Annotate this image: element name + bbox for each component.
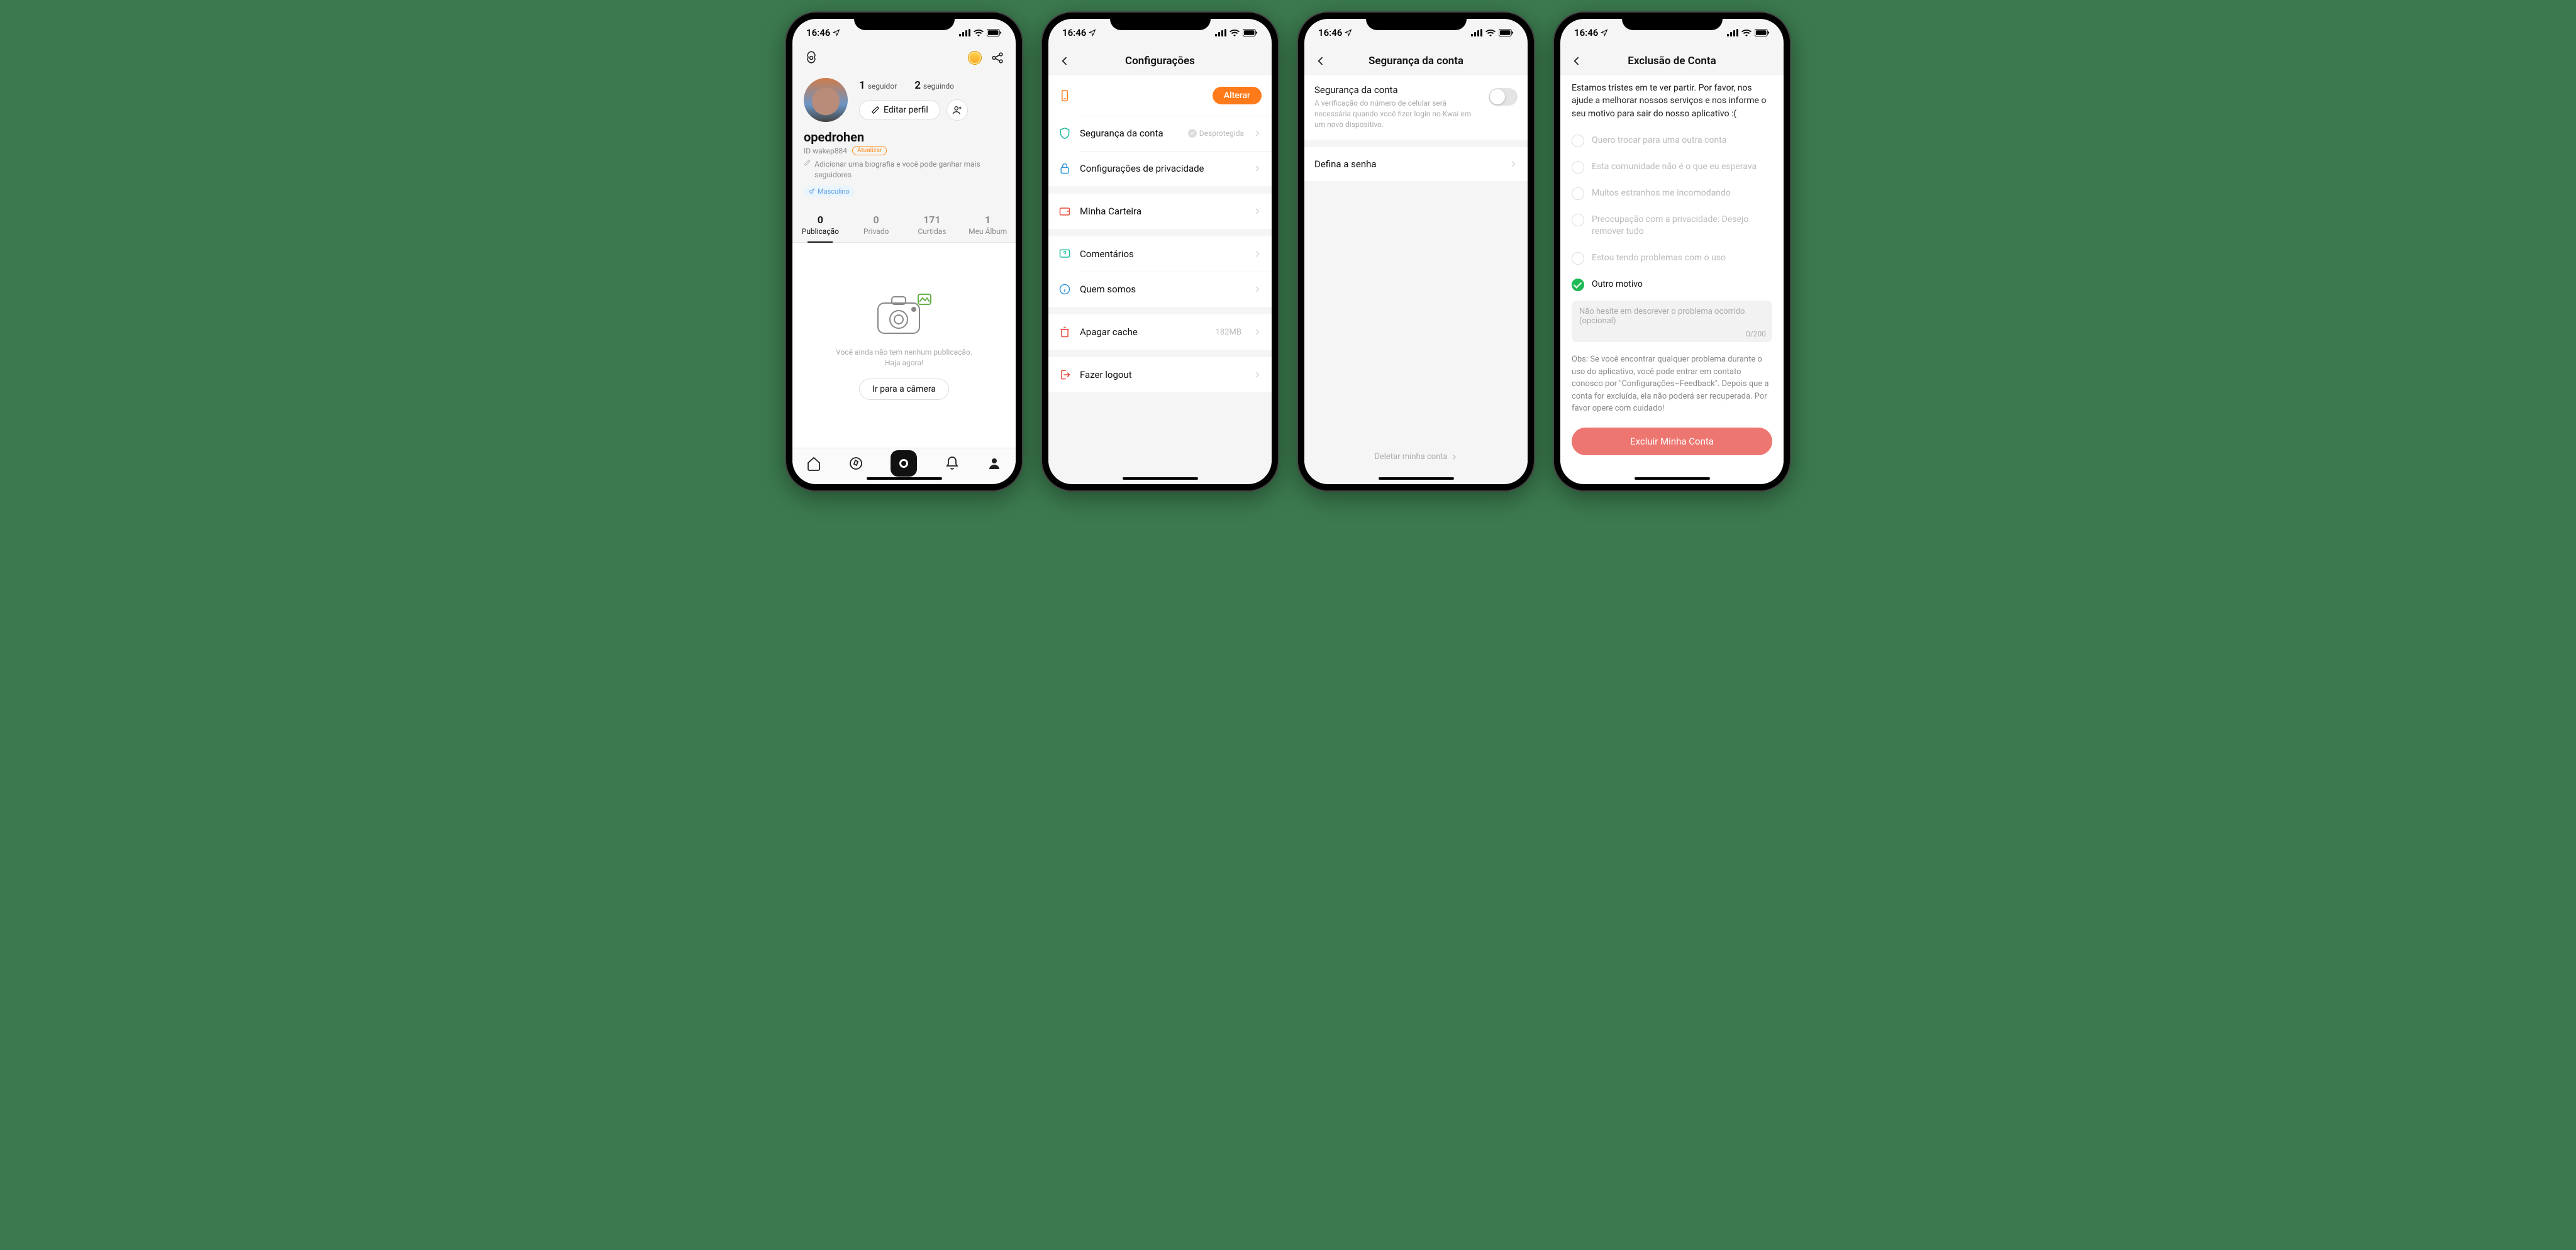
phone-icon [1058,89,1071,102]
profile-icon[interactable] [987,456,1002,471]
wifi-icon [974,29,984,36]
battery-icon [1755,29,1770,36]
home-indicator [1635,477,1710,480]
delete-account-button[interactable]: Excluir Minha Conta [1572,428,1772,455]
wifi-icon [1741,29,1752,36]
trash-icon [1058,326,1071,338]
location-arrow-icon [833,29,840,36]
username: opedrohen [804,130,1004,145]
delete-account-link[interactable]: Deletar minha conta [1304,443,1528,470]
reason-option[interactable]: Estou tendo problemas com o uso [1560,245,1784,272]
share-icon[interactable] [991,51,1004,65]
battery-icon [1243,29,1258,36]
security-status: Desprotegida [1188,129,1244,138]
page-title: Exclusão de Conta [1628,55,1716,67]
reason-option[interactable]: Preocupação com a privacidade: Desejo re… [1560,207,1784,245]
chevron-right-icon [1253,328,1262,336]
reason-option[interactable]: Outro motivo [1560,272,1784,298]
home-indicator [1379,477,1454,480]
logout-icon [1058,368,1071,381]
back-icon[interactable] [1314,55,1327,67]
following-stat[interactable]: 2seguindo [914,79,954,92]
cache-size: 182MB [1216,328,1241,337]
home-indicator [867,477,942,480]
row-cache[interactable]: Apagar cache 182MB [1048,314,1272,350]
edit-profile-button[interactable]: Editar perfil [859,100,940,120]
security-toggle[interactable] [1489,88,1518,106]
wifi-icon [1230,29,1240,36]
reason-option[interactable]: Esta comunidade não é o que eu esperava [1560,154,1784,180]
reason-textarea[interactable]: Não hesite em descrever o problema ocorr… [1572,301,1772,342]
bio-hint[interactable]: Adicionar uma biografia e você pode ganh… [804,159,1004,180]
tab-private[interactable]: 0Privado [848,210,904,242]
back-icon[interactable] [1058,55,1071,67]
warning-note: Obs: Se você encontrar qualquer problema… [1572,353,1772,415]
location-arrow-icon [1601,29,1608,36]
tab-publications[interactable]: 0Publicação [792,210,848,242]
chevron-right-icon [1253,285,1262,294]
settings-gear-icon[interactable] [804,50,819,65]
wallet-icon [1058,205,1071,218]
battery-icon [1499,29,1514,36]
edit-icon [871,106,880,114]
alterar-button[interactable]: Alterar [1213,87,1262,104]
tab-likes[interactable]: 171Curtidas [904,210,960,242]
user-plus-icon [952,105,962,115]
chevron-right-icon [1253,164,1262,173]
camera-illustration-icon [873,290,936,341]
create-button[interactable] [891,450,917,477]
intro-text: Estamos tristes em te ver partir. Por fa… [1560,75,1784,128]
coin-icon[interactable] [968,51,982,65]
update-badge[interactable]: Atualizar [852,146,887,155]
location-arrow-icon [1089,29,1096,36]
reason-option[interactable]: Quero trocar para uma outra conta [1560,128,1784,154]
chevron-right-icon [1253,207,1262,216]
page-title: Segurança da conta [1368,55,1463,67]
battery-icon [987,29,1002,36]
row-phone[interactable]: Alterar [1048,75,1272,116]
gender-chip: Masculino [804,185,855,197]
empty-state-text: Você ainda não tem nenhum publicação.Haj… [836,347,972,368]
info-icon [1058,283,1071,296]
pencil-icon [804,159,811,167]
signal-icon [1471,29,1482,36]
go-to-camera-button[interactable]: Ir para a câmera [859,379,949,400]
chevron-right-icon [1253,250,1262,258]
char-counter: 0/200 [1746,329,1766,338]
chevron-right-icon [1509,160,1518,169]
chevron-right-icon [1450,453,1458,461]
chevron-right-icon [1253,129,1262,138]
chevron-right-icon [1253,370,1262,379]
signal-icon [1215,29,1226,36]
explore-icon[interactable] [848,456,863,471]
lock-icon [1058,162,1071,175]
wifi-icon [1485,29,1496,36]
notifications-icon[interactable] [945,456,960,471]
avatar[interactable] [804,78,848,122]
row-comments[interactable]: Comentários [1048,236,1272,272]
home-indicator [1123,477,1198,480]
security-toggle-row: Segurança da conta A verificação do núme… [1304,75,1528,140]
comment-question-icon [1058,248,1071,260]
tab-album[interactable]: 1Meu Álbum [960,210,1016,242]
row-password[interactable]: Defina a senha [1304,147,1528,181]
location-arrow-icon [1345,29,1352,36]
user-id: ID wakep884 [804,147,847,155]
reason-option[interactable]: Muitos estranhos me incomodando [1560,180,1784,207]
row-security[interactable]: Segurança da conta Desprotegida [1048,116,1272,151]
male-icon [809,188,815,194]
row-logout[interactable]: Fazer logout [1048,357,1272,392]
signal-icon [959,29,970,36]
add-friend-button[interactable] [947,99,968,121]
followers-stat[interactable]: 1seguidor [859,79,897,92]
page-title: Configurações [1125,55,1195,67]
home-icon[interactable] [806,456,821,471]
signal-icon [1727,29,1738,36]
shield-icon [1058,127,1071,140]
row-privacy[interactable]: Configurações de privacidade [1048,151,1272,186]
back-icon[interactable] [1570,55,1583,67]
row-about[interactable]: Quem somos [1048,272,1272,307]
row-wallet[interactable]: Minha Carteira [1048,194,1272,229]
